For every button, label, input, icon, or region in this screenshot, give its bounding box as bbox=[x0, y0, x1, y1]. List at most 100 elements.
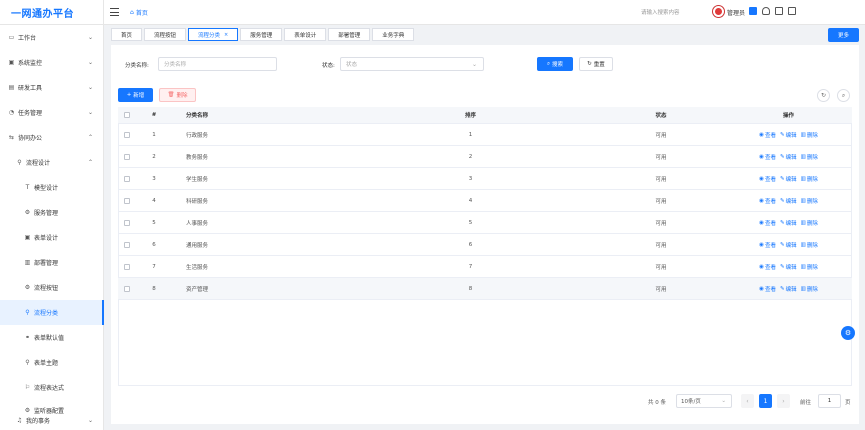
status-filter-label: 状态: bbox=[322, 63, 335, 69]
reset-button-label: 重置 bbox=[593, 62, 605, 68]
row-delete-button[interactable]: ▥ 删除 bbox=[801, 241, 818, 249]
view-button[interactable]: ◉ 查看 bbox=[759, 175, 776, 183]
sidebar-item-model-design[interactable]: T 模型设计 bbox=[0, 175, 104, 200]
row-delete-button[interactable]: ▥ 删除 bbox=[801, 153, 818, 161]
tab-flow-category[interactable]: 流程分类 × bbox=[188, 28, 239, 41]
status-select[interactable]: 状态 ⌄ bbox=[340, 57, 484, 71]
row-checkbox[interactable] bbox=[124, 153, 130, 160]
tab-form-design[interactable]: 表单设计 bbox=[284, 28, 327, 41]
row-status: 可用 bbox=[655, 286, 667, 293]
page-number-button[interactable]: 1 bbox=[759, 394, 772, 408]
row-delete-button[interactable]: ▥ 删除 bbox=[801, 197, 818, 205]
view-button[interactable]: ◉ 查看 bbox=[759, 241, 776, 249]
row-delete-button[interactable]: ▥ 删除 bbox=[801, 175, 818, 183]
search-button[interactable]: ⌕ 搜索 bbox=[537, 57, 573, 71]
tab-deploy-management[interactable]: 部署管理 bbox=[328, 28, 371, 41]
add-button[interactable]: + 新增 bbox=[118, 88, 153, 102]
view-button[interactable]: ◉ 查看 bbox=[759, 131, 776, 139]
sidebar-item-service-management[interactable]: ⚙ 服务管理 bbox=[0, 200, 104, 225]
toggle-search-icon[interactable]: ⌕ bbox=[837, 89, 850, 102]
edit-button[interactable]: ✎ 编辑 bbox=[780, 175, 797, 183]
next-page-button[interactable]: › bbox=[777, 394, 790, 408]
close-icon[interactable]: × bbox=[224, 32, 228, 38]
edit-button[interactable]: ✎ 编辑 bbox=[780, 197, 797, 205]
sidebar-item-flow-category[interactable]: ⚲ 流程分类 bbox=[0, 300, 104, 325]
sidebar-item-flow-design[interactable]: ⚲ 流程设计 ⌃ bbox=[0, 150, 104, 175]
sidebar-item-workbench[interactable]: ▭ 工作台 ⌄ bbox=[0, 25, 104, 50]
row-delete-button[interactable]: ▥ 删除 bbox=[801, 285, 818, 293]
table-row[interactable]: 8 资产管理 8 可用 ◉ 查看 ✎ 编辑 ▥ 删除 bbox=[118, 278, 852, 300]
view-button[interactable]: ◉ 查看 bbox=[759, 285, 776, 293]
lock-screen-icon[interactable] bbox=[788, 7, 796, 15]
row-checkbox[interactable] bbox=[124, 175, 130, 182]
sidebar-item-form-design[interactable]: ▣ 表单设计 bbox=[0, 225, 104, 250]
row-delete-button[interactable]: ▥ 删除 bbox=[801, 219, 818, 227]
refresh-table-icon[interactable]: ↻ bbox=[817, 89, 830, 102]
user-name[interactable]: 管理员 bbox=[727, 8, 745, 17]
table-row[interactable]: 1 行政服务 1 可用 ◉ 查看 ✎ 编辑 ▥ 删除 bbox=[118, 124, 852, 146]
edit-button[interactable]: ✎ 编辑 bbox=[780, 219, 797, 227]
select-all-checkbox[interactable] bbox=[124, 112, 130, 118]
sidebar-item-flow-expression[interactable]: ⚐ 流程表达式 bbox=[0, 375, 104, 400]
edit-button[interactable]: ✎ 编辑 bbox=[780, 285, 797, 293]
avatar[interactable] bbox=[713, 6, 724, 17]
row-checkbox[interactable] bbox=[124, 197, 130, 204]
table-row[interactable]: 6 通用服务 6 可用 ◉ 查看 ✎ 编辑 ▥ 删除 bbox=[118, 234, 852, 256]
sidebar-item-task-management[interactable]: ◔ 任务管理 ⌄ bbox=[0, 100, 104, 125]
edit-button[interactable]: ✎ 编辑 bbox=[780, 241, 797, 249]
tab-business-dict[interactable]: 业务字典 bbox=[372, 28, 415, 41]
table-row[interactable]: 7 生活服务 7 可用 ◉ 查看 ✎ 编辑 ▥ 删除 bbox=[118, 256, 852, 278]
table-row[interactable]: 5 人事服务 5 可用 ◉ 查看 ✎ 编辑 ▥ 删除 bbox=[118, 212, 852, 234]
edit-button[interactable]: ✎ 编辑 bbox=[780, 263, 797, 271]
language-icon[interactable] bbox=[749, 7, 757, 15]
eye-icon: ◉ bbox=[759, 131, 764, 138]
row-checkbox[interactable] bbox=[124, 219, 130, 226]
edit-button[interactable]: ✎ 编辑 bbox=[780, 153, 797, 161]
sidebar-item-deploy-management[interactable]: ▥ 部署管理 bbox=[0, 250, 104, 275]
tab-flow-button[interactable]: 流程按钮 bbox=[144, 28, 187, 41]
shirt-icon[interactable] bbox=[762, 7, 770, 15]
view-button[interactable]: ◉ 查看 bbox=[759, 153, 776, 161]
table-row[interactable]: 2 教务服务 2 可用 ◉ 查看 ✎ 编辑 ▥ 删除 bbox=[118, 146, 852, 168]
sidebar-item-dev-tools[interactable]: ▤ 研发工具 ⌄ bbox=[0, 75, 104, 100]
category-table: # 分类名称 排序 状态 操作 1 行政服务 1 可用 ◉ 查看 ✎ 编辑 ▥ 删除 2 教务服务 2 可… bbox=[118, 107, 852, 300]
page-size-select[interactable]: 10条/页 ⌄ bbox=[676, 394, 732, 408]
sidebar-item-form-default[interactable]: ⚭ 表单默认值 bbox=[0, 325, 104, 350]
trash-icon: 🗑 bbox=[167, 92, 175, 98]
global-search-input[interactable]: 请输入搜索内容 bbox=[641, 8, 680, 16]
sidebar-item-collaboration[interactable]: ⇆ 协同办公 ⌃ bbox=[0, 125, 104, 150]
menu-toggle-icon[interactable] bbox=[110, 8, 119, 16]
row-delete-button[interactable]: ▥ 删除 bbox=[801, 131, 818, 139]
row-delete-button[interactable]: ▥ 删除 bbox=[801, 263, 818, 271]
sidebar-item-form-theme[interactable]: ⚲ 表单主题 bbox=[0, 350, 104, 375]
row-checkbox[interactable] bbox=[124, 285, 130, 292]
sidebar-item-system-monitor[interactable]: ▣ 系统监控 ⌄ bbox=[0, 50, 104, 75]
edit-button[interactable]: ✎ 编辑 bbox=[780, 131, 797, 139]
tab-home[interactable]: 首页 bbox=[111, 28, 143, 41]
row-status: 可用 bbox=[655, 154, 667, 161]
goto-page-input[interactable]: 1 bbox=[818, 394, 841, 408]
more-button[interactable]: 更多 bbox=[828, 28, 859, 42]
tab-bar: 首页 流程按钮 流程分类 × 服务管理 表单设计 部署管理 业务字典 bbox=[111, 28, 415, 41]
row-category-name: 学生服务 bbox=[186, 176, 209, 183]
row-checkbox[interactable] bbox=[124, 241, 130, 248]
category-name-input[interactable]: 分类名称 bbox=[158, 57, 277, 71]
table-row[interactable]: 4 科研服务 4 可用 ◉ 查看 ✎ 编辑 ▥ 删除 bbox=[118, 190, 852, 212]
breadcrumb-home[interactable]: 首页 bbox=[136, 8, 148, 17]
row-checkbox[interactable] bbox=[124, 131, 130, 138]
sidebar-item-flow-button[interactable]: ⚙ 流程按钮 bbox=[0, 275, 104, 300]
sidebar-item-my-affairs[interactable]: ♫ 我的事务 ⌄ bbox=[0, 410, 104, 430]
breadcrumb[interactable]: ⌂ 首页 bbox=[130, 8, 148, 17]
view-button[interactable]: ◉ 查看 bbox=[759, 263, 776, 271]
delete-button[interactable]: 🗑 删除 bbox=[159, 88, 196, 102]
row-category-name: 通用服务 bbox=[186, 242, 209, 249]
row-checkbox[interactable] bbox=[124, 263, 130, 270]
fullscreen-icon[interactable] bbox=[775, 7, 783, 15]
view-button[interactable]: ◉ 查看 bbox=[759, 197, 776, 205]
table-row[interactable]: 3 学生服务 3 可用 ◉ 查看 ✎ 编辑 ▥ 删除 bbox=[118, 168, 852, 190]
tab-service-management[interactable]: 服务管理 bbox=[240, 28, 283, 41]
view-button[interactable]: ◉ 查看 bbox=[759, 219, 776, 227]
prev-page-button[interactable]: ‹ bbox=[741, 394, 754, 408]
settings-float-icon[interactable]: ⚙ bbox=[841, 326, 855, 340]
reset-button[interactable]: ↻ 重置 bbox=[579, 57, 613, 71]
